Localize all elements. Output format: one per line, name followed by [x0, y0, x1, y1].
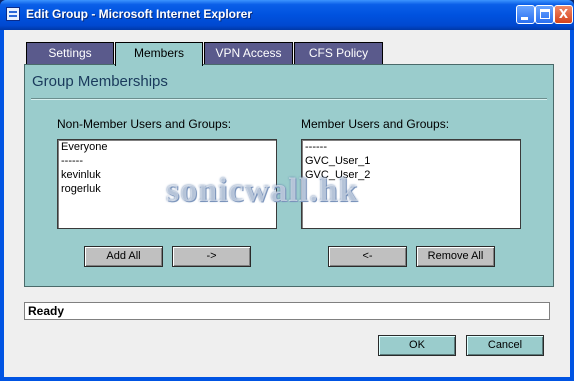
watermark: sonicwall.hk	[166, 172, 359, 209]
ie-window: Edit Group - Microsoft Internet Explorer…	[0, 0, 574, 381]
add-member-button[interactable]: ->	[172, 246, 251, 267]
group-edit-form: Settings Members VPN Access CFS Policy G…	[24, 42, 554, 287]
list-item[interactable]: GVC_User_1	[302, 154, 520, 168]
remove-all-button[interactable]: Remove All	[416, 246, 495, 267]
add-all-button[interactable]: Add All	[84, 246, 163, 267]
status-bar: Ready	[24, 302, 550, 320]
list-item[interactable]: Everyone	[58, 140, 276, 154]
maximize-icon	[540, 9, 550, 19]
list-item[interactable]: ------	[58, 154, 276, 168]
ok-button[interactable]: OK	[378, 335, 456, 356]
minimize-icon	[521, 17, 528, 20]
remove-member-button[interactable]: <-	[328, 246, 407, 267]
heading-divider	[31, 98, 547, 100]
tab-vpn-access[interactable]: VPN Access	[204, 42, 293, 64]
window-title: Edit Group - Microsoft Internet Explorer	[26, 7, 253, 21]
list-item[interactable]: ------	[302, 140, 520, 154]
tab-settings[interactable]: Settings	[26, 42, 114, 64]
ie-window-icon	[6, 7, 20, 21]
tab-members[interactable]: Members	[115, 42, 203, 66]
minimize-button[interactable]	[516, 5, 535, 24]
title-bar[interactable]: Edit Group - Microsoft Internet Explorer…	[0, 0, 574, 30]
maximize-button[interactable]	[535, 5, 554, 24]
close-icon: X	[558, 7, 569, 21]
page-title: Group Memberships	[32, 73, 168, 90]
dialog-client-area: Settings Members VPN Access CFS Policy G…	[4, 30, 570, 377]
close-button[interactable]: X	[554, 5, 573, 24]
cancel-button[interactable]: Cancel	[466, 335, 544, 356]
non-member-label: Non-Member Users and Groups:	[57, 117, 232, 131]
member-label: Member Users and Groups:	[301, 117, 450, 131]
tab-cfs-policy[interactable]: CFS Policy	[294, 42, 383, 64]
